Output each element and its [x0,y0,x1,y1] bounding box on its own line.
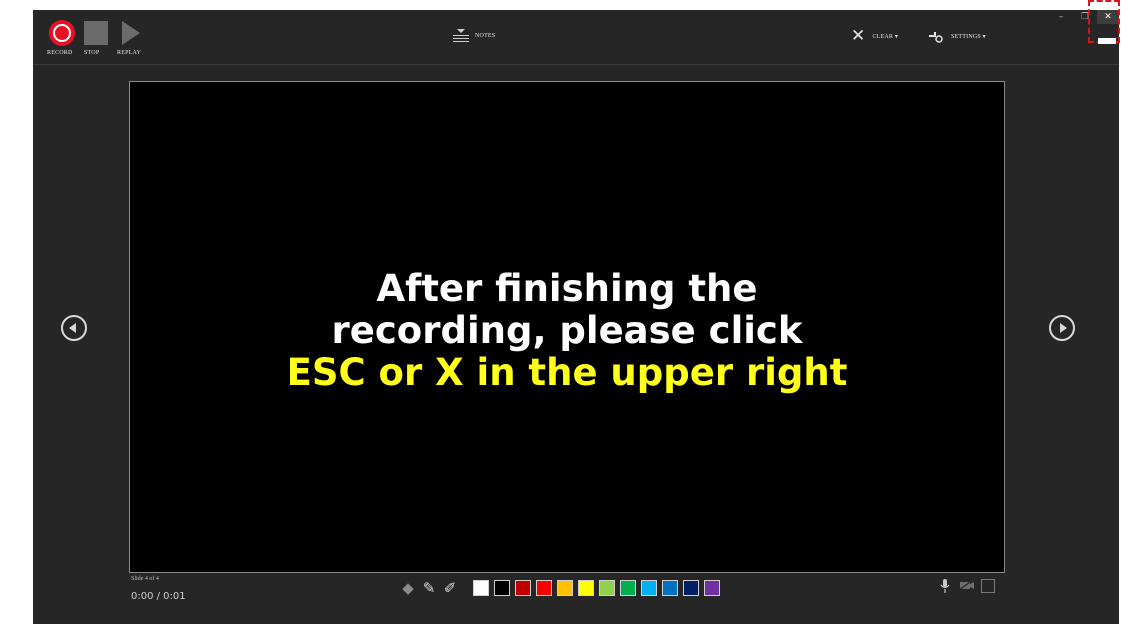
slide-text: After finishing the recording, please cl… [287,268,848,394]
color-swatch[interactable] [473,580,489,596]
recording-toolbar: RECORD STOP REPLAY NOTES ✕ CLEAR ▾ SETTI… [33,10,1119,65]
color-swatch[interactable] [641,580,657,596]
color-swatch[interactable] [515,580,531,596]
notes-button[interactable]: NOTES [453,28,495,44]
camera-icon[interactable] [958,579,975,595]
color-swatch[interactable] [578,580,594,596]
chevron-left-icon [69,323,76,333]
replay-icon [122,21,140,45]
slide-line-2: recording, please click [331,309,803,352]
chevron-right-icon [1060,323,1067,333]
pen-tools: ◆ ✎ ✐ [399,579,459,597]
eraser-icon[interactable]: ◆ [399,579,417,597]
highlight-marker [1098,38,1116,44]
color-swatch[interactable] [620,580,636,596]
next-slide-button[interactable] [1049,315,1075,341]
microphone-icon[interactable] [937,579,953,595]
previous-slide-button[interactable] [61,315,87,341]
color-swatch[interactable] [536,580,552,596]
clear-button[interactable]: ✕ CLEAR ▾ [851,26,899,46]
clear-label: CLEAR ▾ [872,33,899,40]
settings-label: SETTINGS ▾ [951,33,986,40]
recording-timer: 0:00 / 0:01 [131,591,186,602]
record-button[interactable]: RECORD [47,18,77,56]
stop-icon [84,21,108,45]
pen-icon[interactable]: ✎ [420,579,438,597]
settings-icon [929,32,943,43]
stop-label: STOP [84,50,100,56]
color-swatch[interactable] [557,580,573,596]
slide-line-1: After finishing the [376,267,758,310]
slide-canvas: After finishing the recording, please cl… [129,81,1005,573]
clear-icon: ✕ [851,26,866,46]
stop-button[interactable]: STOP [84,18,108,56]
settings-button[interactable]: SETTINGS ▾ [928,28,986,44]
notes-label: NOTES [475,33,496,39]
replay-button[interactable]: REPLAY [117,18,147,56]
pen-color-palette [473,580,720,596]
color-swatch[interactable] [683,580,699,596]
highlighter-icon[interactable]: ✐ [441,579,459,597]
color-swatch[interactable] [599,580,615,596]
color-swatch[interactable] [662,580,678,596]
color-swatch[interactable] [704,580,720,596]
replay-label: REPLAY [117,50,141,56]
media-tools [937,579,997,595]
camera-preview-icon[interactable] [981,579,997,595]
slide-counter: Slide 4 of 4 [131,576,159,582]
record-label: RECORD [47,50,73,56]
minimize-button[interactable]: – [1049,10,1073,24]
notes-icon [453,29,469,43]
close-button-highlight [1088,0,1120,43]
recording-window: RECORD STOP REPLAY NOTES ✕ CLEAR ▾ SETTI… [33,10,1119,624]
record-icon [49,20,75,46]
color-swatch[interactable] [494,580,510,596]
slide-line-3: ESC or X in the upper right [286,351,848,394]
